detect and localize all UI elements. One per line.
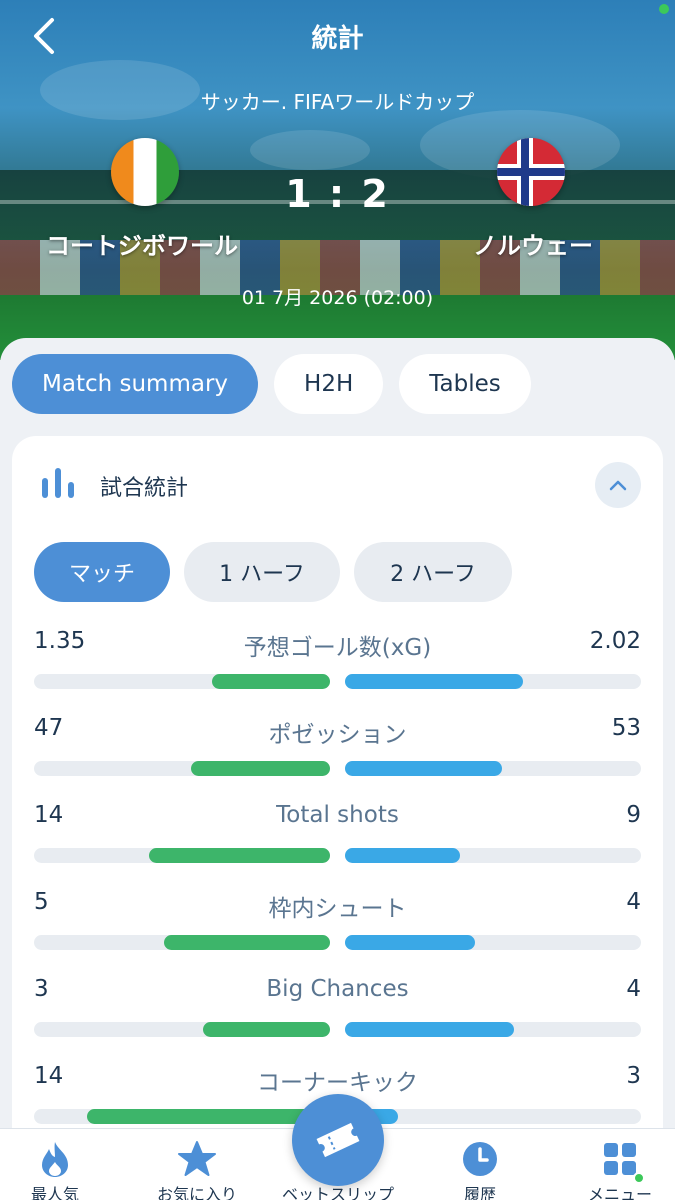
match-score: 1 : 2 [285, 172, 390, 216]
stat-home-track [34, 1022, 330, 1037]
stat-label: 予想ゴール数(xG) [243, 635, 432, 661]
competition-name: サッカー. FIFAワールドカップ [200, 90, 475, 114]
stats-card-header[interactable]: 試合統計 [12, 436, 663, 536]
stat-home-bar [87, 1109, 330, 1124]
section-tabs: Match summary H2H Tables [12, 354, 531, 414]
tab-h2h[interactable]: H2H [274, 354, 384, 414]
stat-away-bar [345, 674, 523, 689]
clock-icon [460, 1139, 500, 1179]
stat-label: Big Chances [266, 976, 409, 1002]
period-second-half[interactable]: 2 ハーフ [354, 542, 512, 602]
period-match[interactable]: マッチ [34, 542, 170, 602]
stat-home-track [34, 1109, 330, 1124]
stats-card-title: 試合統計 [100, 476, 189, 501]
stat-home-bar [212, 674, 330, 689]
match-header: 統計 サッカー. FIFAワールドカップ 1 : 2 コートジボワール ノルウェ… [0, 0, 675, 360]
stat-away-value: 9 [626, 802, 641, 828]
stat-home-bar [149, 848, 330, 863]
chevron-up-icon [609, 480, 627, 491]
stat-home-track [34, 935, 330, 950]
stat-away-value: 4 [626, 976, 641, 1002]
match-date: 01 7月 2026 (02:00) [241, 287, 434, 309]
ticket-icon [316, 1122, 360, 1158]
nav-history[interactable]: 履歴 [420, 1139, 540, 1200]
betslip-button[interactable] [292, 1094, 384, 1186]
stat-away-value: 4 [626, 889, 641, 915]
page-title: 統計 [311, 24, 364, 54]
stat-label: ポゼッション [268, 722, 407, 748]
status-dot [659, 4, 669, 14]
stat-away-track [345, 761, 641, 776]
stat-label: 枠内シュート [268, 896, 407, 922]
tab-tables[interactable]: Tables [399, 354, 531, 414]
stat-away-track [345, 1022, 641, 1037]
stat-away-track [345, 935, 641, 950]
tab-match-summary[interactable]: Match summary [12, 354, 259, 414]
stat-label: Total shots [276, 802, 399, 828]
stat-home-bar [164, 935, 330, 950]
bar-stats-icon [42, 468, 74, 498]
away-team-name: ノルウェー [473, 232, 593, 260]
stat-row: 1.35 予想ゴール数(xG) 2.02 [34, 628, 641, 708]
nav-menu[interactable]: メニュー [560, 1139, 675, 1200]
stat-away-track [345, 848, 641, 863]
stat-away-track [345, 674, 641, 689]
stat-away-value: 2.02 [589, 628, 641, 654]
period-first-half[interactable]: 1 ハーフ [184, 542, 340, 602]
stat-row: 3 Big Chances 4 [34, 976, 641, 1056]
stat-row: 47 ポゼッション 53 [34, 715, 641, 795]
stat-home-track [34, 761, 330, 776]
stat-home-track [34, 674, 330, 689]
stat-label: コーナーキック [257, 1070, 418, 1096]
period-selector: マッチ 1 ハーフ 2 ハーフ [34, 542, 512, 602]
stat-away-value: 3 [626, 1063, 641, 1089]
notification-dot [633, 1172, 645, 1184]
stat-home-track [34, 848, 330, 863]
stat-away-bar [345, 935, 475, 950]
cloud-decoration [250, 130, 370, 170]
match-stats-card: 試合統計 マッチ 1 ハーフ 2 ハーフ 1.35 予想ゴール数(xG) 2.02 4… [12, 436, 663, 1200]
stat-away-track [345, 1109, 641, 1124]
stat-away-bar [345, 761, 502, 776]
stat-away-bar [345, 848, 460, 863]
stat-away-bar [345, 1022, 514, 1037]
stat-row: 14 Total shots 9 [34, 802, 641, 882]
stat-home-bar [191, 761, 330, 776]
stat-home-bar [203, 1022, 330, 1037]
stat-away-value: 53 [611, 715, 641, 741]
flame-icon [35, 1139, 75, 1179]
stat-row: 5 枠内シュート 4 [34, 889, 641, 969]
home-team-name: コートジボワール [46, 232, 238, 260]
collapse-button[interactable] [595, 462, 641, 508]
nav-favorites[interactable]: お気に入り [137, 1139, 257, 1200]
star-icon [177, 1139, 217, 1179]
nav-popular[interactable]: 最人気 [0, 1139, 115, 1200]
content-panel: Match summary H2H Tables 試合統計 マッチ 1 ハーフ … [0, 338, 675, 1200]
